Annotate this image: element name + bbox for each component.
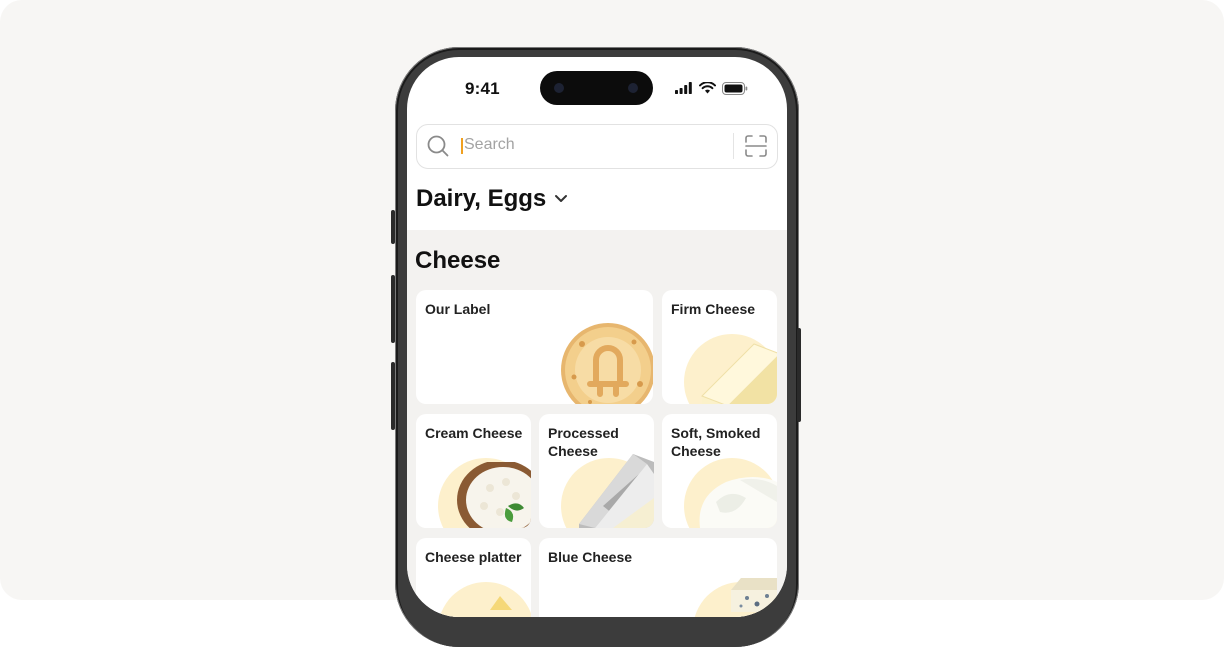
- tile-processed-cheese[interactable]: Processed Cheese: [539, 414, 654, 528]
- tile-label: Blue Cheese: [548, 549, 633, 565]
- action-button: [391, 210, 395, 244]
- tile-label: Our Label: [425, 301, 491, 317]
- cellular-signal-icon: [675, 82, 692, 94]
- tile-our-label[interactable]: Our Label: [416, 290, 653, 404]
- soft-cheese-image: [699, 477, 777, 528]
- tile-label: Firm Cheese: [671, 301, 756, 317]
- status-icons: [675, 81, 748, 95]
- battery-icon: [722, 81, 748, 95]
- section-title: Cheese: [415, 247, 501, 274]
- text-cursor: [461, 138, 463, 154]
- tile-firm-cheese[interactable]: Firm Cheese: [662, 290, 777, 404]
- volume-down-button: [391, 362, 395, 430]
- cottage-cheese-bowl-image: [457, 462, 531, 528]
- search-divider: [733, 133, 734, 159]
- dynamic-island: [540, 71, 653, 105]
- tile-soft-smoked-cheese[interactable]: Soft, Smoked Cheese: [662, 414, 777, 528]
- tile-label: Cheese platter: [425, 549, 522, 565]
- catalog-content: Cheese Our Label Firm Cheese Cream Chees…: [407, 230, 787, 617]
- blue-cheese-image: [731, 578, 777, 612]
- processed-cheese-wedge-image: [579, 454, 654, 528]
- cheese-platter-image: [490, 596, 512, 610]
- sensor-icon: [554, 83, 564, 93]
- tile-cheese-platter[interactable]: Cheese platter: [416, 538, 531, 617]
- search-bar[interactable]: Search: [416, 124, 778, 169]
- barcode-scan-icon[interactable]: [745, 135, 767, 157]
- search-icon: [427, 135, 449, 157]
- phone-screen: 9:41 Search Dairy, Eggs Cheese Our Label…: [407, 57, 787, 617]
- camera-icon: [628, 83, 638, 93]
- wifi-icon: [699, 82, 716, 94]
- status-bar: 9:41: [407, 57, 787, 117]
- status-time: 9:41: [465, 79, 500, 98]
- our-label-cheese-image: [561, 323, 653, 404]
- tile-cream-cheese[interactable]: Cream Cheese: [416, 414, 531, 528]
- tile-label: Soft, Smoked Cheese: [671, 425, 761, 459]
- power-button: [797, 328, 801, 422]
- category-title[interactable]: Dairy, Eggs: [416, 185, 546, 213]
- volume-up-button: [391, 275, 395, 343]
- search-input[interactable]: Search: [464, 136, 515, 154]
- tile-label: Cream Cheese: [425, 425, 523, 441]
- chevron-down-icon[interactable]: [553, 193, 569, 205]
- firm-cheese-image: [701, 343, 777, 404]
- tile-blue-cheese[interactable]: Blue Cheese: [539, 538, 777, 617]
